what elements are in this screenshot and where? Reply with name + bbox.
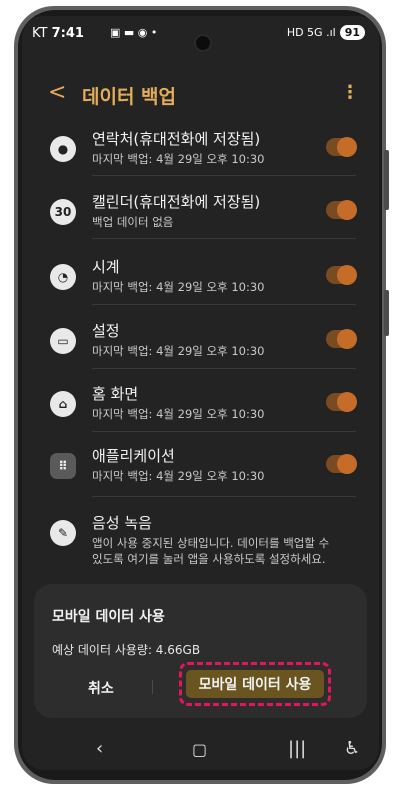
button-divider [152,680,153,694]
item-name: 음성 녹음 [92,514,152,532]
item-sub: 마지막 백업: 4월 29일 오후 10:30 [92,407,265,421]
item-name: 캘린더(휴대전화에 저장됨) [92,193,261,211]
contacts-icon: ● [50,136,76,162]
nav-back-icon[interactable]: ‹ [96,738,103,759]
status-right: HD 5G .ıl 91 [287,25,365,40]
divider [92,304,356,305]
nav-recents-icon[interactable]: ||| [288,738,306,759]
home-icon: ⌂ [50,391,76,417]
backup-item-apps[interactable]: ⠿ 애플리케이션 마지막 백업: 4월 29일 오후 10:30 [46,439,357,499]
toggle-knob [337,392,357,412]
page-title: 데이터 백업 [82,86,177,108]
item-sub-line2: 있도록 여기를 눌러 앱을 사용하도록 설정하세요. [92,552,326,566]
toggle-switch[interactable] [326,137,357,157]
item-name: 시계 [92,258,120,276]
item-name: 설정 [92,322,120,340]
backup-item-calendar[interactable]: 30 캘린더(휴대전화에 저장됨) 백업 데이터 없음 [46,185,357,245]
backup-item-settings[interactable]: ▭ 설정 마지막 백업: 4월 29일 오후 10:30 [46,314,357,374]
dialog-usage: 예상 데이터 사용량: 4.66GB [52,643,201,657]
use-mobile-data-button[interactable]: 모바일 데이터 사용 [186,670,324,698]
item-sub: 마지막 백업: 4월 29일 오후 10:30 [92,344,265,358]
mobile-data-dialog: 모바일 데이터 사용 예상 데이터 사용량: 4.66GB 취소 모바일 데이터… [34,584,367,718]
item-name: 홈 화면 [92,385,139,403]
apps-icon: ⠿ [50,453,76,479]
divider [92,175,356,176]
carrier-label: KT [32,26,48,41]
item-name: 애플리케이션 [92,447,175,465]
nav-home-icon[interactable]: ▢ [192,740,207,759]
calendar-icon: 30 [50,199,76,225]
divider [92,496,356,497]
backup-item-contacts[interactable]: ● 연락처(휴대전화에 저장됨) 마지막 백업: 4월 29일 오후 10:30 [46,122,357,182]
volume-button [384,150,389,210]
signal-icon: HD 5G .ıl [286,26,336,39]
toggle-switch[interactable] [326,329,357,349]
backup-item-home[interactable]: ⌂ 홈 화면 마지막 백업: 4월 29일 오후 10:30 [46,377,357,437]
screen: KT 7:41 ▣ ▬ ◉ • HD 5G .ıl 91 < 데이터 백업 ⋮ … [22,16,379,770]
item-sub-line1: 앱이 사용 중지된 상태입니다. 데이터를 백업할 수 [92,536,330,550]
toggle-knob [337,329,357,349]
divider [92,238,356,239]
toggle-switch[interactable] [326,392,357,412]
backup-item-voice-recorder[interactable]: ✎ 음성 녹음 앱이 사용 중지된 상태입니다. 데이터를 백업할 수 있도록 … [46,506,356,570]
clock-label: 7:41 [51,26,84,41]
dialog-title: 모바일 데이터 사용 [52,609,165,625]
battery-icon: 91 [339,25,365,40]
toggle-switch[interactable] [326,454,357,474]
highlight-box: 모바일 데이터 사용 [179,662,331,706]
item-sub: 마지막 백업: 4월 29일 오후 10:30 [92,280,265,294]
settings-icon: ▭ [50,328,76,354]
item-sub: 마지막 백업: 4월 29일 오후 10:30 [92,469,265,483]
toggle-switch[interactable] [326,265,357,285]
toggle-knob [337,265,357,285]
status-carrier-time: KT 7:41 [32,26,84,41]
backup-item-clock[interactable]: ◔ 시계 마지막 백업: 4월 29일 오후 10:30 [46,250,357,310]
toggle-switch[interactable] [326,200,357,220]
app-header: < 데이터 백업 ⋮ [22,78,379,114]
divider [92,431,356,432]
toggle-knob [337,454,357,474]
notification-icons: ▣ ▬ ◉ • [110,26,158,39]
camera-icon [194,34,212,52]
voice-recorder-icon: ✎ [50,520,76,546]
accessibility-icon[interactable]: ♿ [344,738,360,759]
item-sub: 마지막 백업: 4월 29일 오후 10:30 [92,152,265,166]
toggle-knob [337,200,357,220]
back-icon[interactable]: < [48,80,66,105]
power-button [384,290,389,336]
toggle-knob [337,137,357,157]
more-vert-icon[interactable]: ⋮ [341,82,359,103]
navigation-bar: ‹ ▢ ||| ♿ [22,738,379,770]
cancel-button[interactable]: 취소 [88,678,114,698]
item-sub: 백업 데이터 없음 [92,215,174,229]
clock-icon: ◔ [50,264,76,290]
divider [92,368,356,369]
item-name: 연락처(휴대전화에 저장됨) [92,130,261,148]
